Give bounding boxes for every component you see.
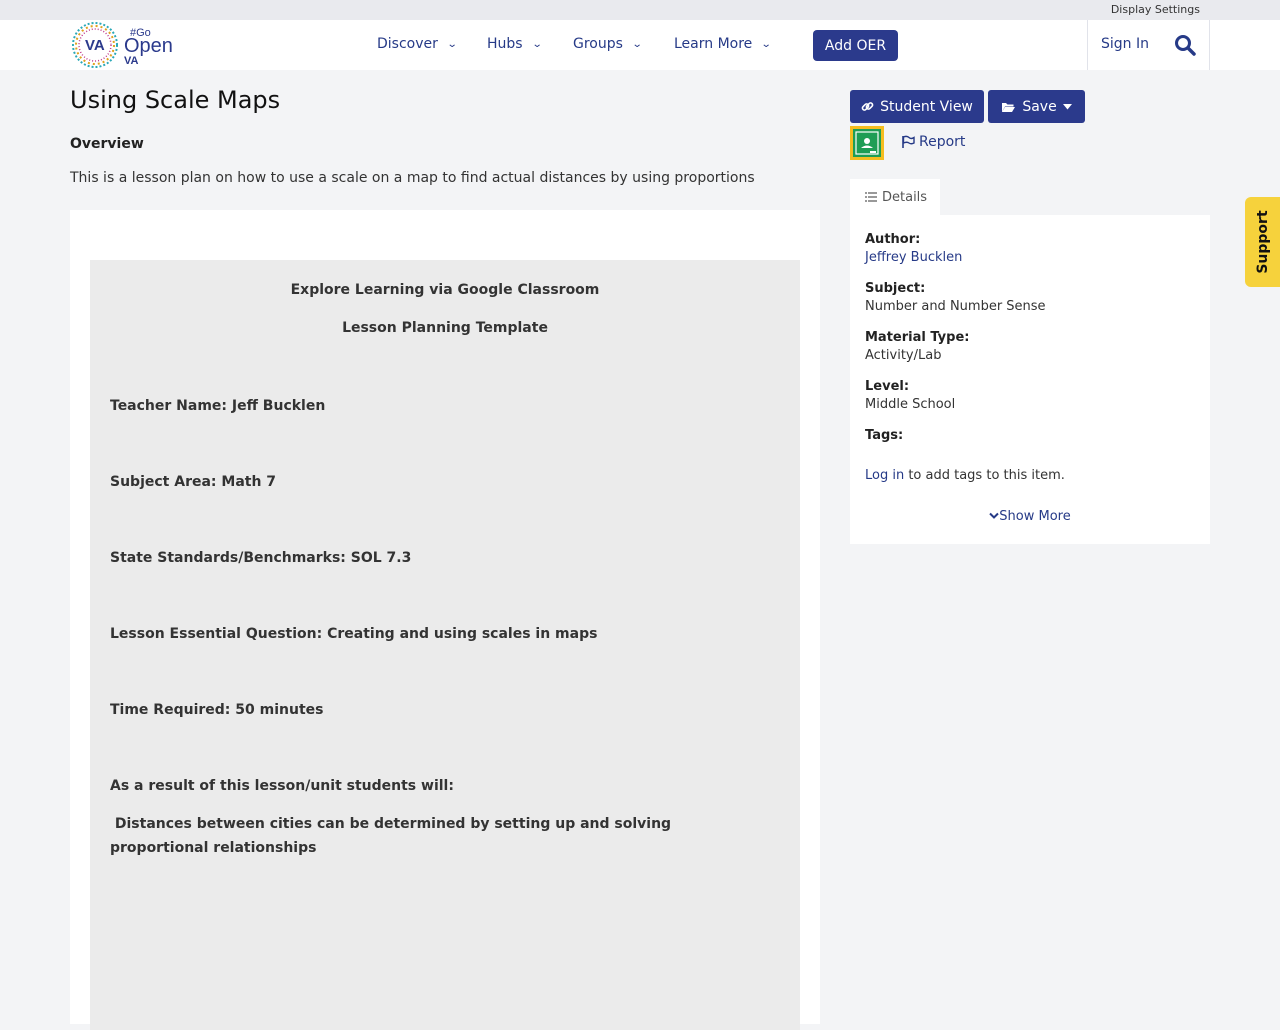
author-label: Author: (865, 232, 921, 247)
folder-open-icon (1002, 102, 1016, 112)
show-more-button[interactable]: Show More (850, 509, 1210, 524)
subject-label: Subject: (865, 281, 926, 296)
nav-discover-label: Discover (377, 36, 438, 52)
lesson-outcome: Distances between cities can be determin… (110, 816, 676, 856)
level-value: Middle School (865, 397, 956, 412)
material-type-value: Activity/Lab (865, 348, 942, 363)
lesson-time: Time Required: 50 minutes (110, 702, 324, 718)
lesson-result: As a result of this lesson/unit students… (110, 778, 454, 794)
chevron-down-icon: ⌄ (631, 38, 643, 50)
nav-divider (1209, 20, 1210, 70)
display-settings-link[interactable]: Display Settings (1111, 3, 1200, 16)
lesson-heading: Explore Learning via Google Classroom (290, 282, 600, 298)
nav-discover[interactable]: Discover ⌄ (377, 36, 458, 52)
details-panel: Author: Jeffrey Bucklen Subject: Number … (850, 215, 1210, 544)
lesson-subheading: Lesson Planning Template (342, 320, 548, 336)
add-oer-button[interactable]: Add OER (813, 30, 898, 61)
nav-groups[interactable]: Groups ⌄ (573, 36, 643, 52)
show-more-label: Show More (999, 509, 1071, 524)
page-title: Using Scale Maps (70, 86, 281, 114)
author-link[interactable]: Jeffrey Bucklen (865, 250, 962, 265)
tags-login-text: Log in to add tags to this item. (865, 468, 1065, 483)
chevron-down-icon: ⌄ (446, 38, 458, 50)
flag-icon (902, 135, 915, 148)
chevron-down-icon (989, 512, 999, 519)
lesson-subject: Subject Area: Math 7 (110, 474, 277, 490)
lesson-plan-document: Explore Learning via Google Classroom Le… (90, 260, 800, 1030)
list-icon (865, 192, 877, 202)
lesson-teacher: Teacher Name: Jeff Bucklen (110, 398, 326, 414)
caret-down-icon (1062, 103, 1072, 109)
save-dropdown-button[interactable]: Save (988, 90, 1085, 123)
nav-hubs-label: Hubs (487, 36, 523, 52)
link-icon (861, 102, 874, 111)
nav-divider (1087, 20, 1088, 70)
sign-in-link[interactable]: Sign In (1101, 36, 1149, 52)
overview-heading: Overview (70, 136, 144, 152)
utility-bar: Display Settings (0, 0, 1280, 20)
save-label: Save (1022, 98, 1057, 115)
report-link[interactable]: Report (901, 134, 965, 150)
google-classroom-icon (853, 129, 881, 157)
report-label: Report (919, 134, 966, 150)
student-view-label: Student View (880, 98, 973, 115)
lesson-question: Lesson Essential Question: Creating and … (110, 626, 598, 642)
content-card: Explore Learning via Google Classroom Le… (70, 210, 820, 1030)
support-label[interactable]: Support (1255, 210, 1271, 273)
nav-hubs[interactable]: Hubs ⌄ (487, 36, 543, 52)
goopen-va-logo-graphic: VA #Go Open VA (72, 22, 173, 68)
nav-learn-more[interactable]: Learn More ⌄ (674, 36, 772, 52)
chevron-down-icon: ⌄ (531, 38, 543, 50)
search-icon[interactable] (1174, 34, 1196, 56)
material-type-label: Material Type: (865, 330, 970, 345)
student-view-button[interactable]: Student View (850, 90, 984, 123)
nav-groups-label: Groups (573, 36, 623, 52)
tab-details[interactable]: Details (850, 179, 940, 215)
main-navbar: VA #Go Open VA Discover ⌄ Hubs ⌄ Groups … (0, 20, 1280, 70)
svg-text:VA: VA (85, 37, 105, 54)
svg-text:VA: VA (124, 55, 139, 67)
google-classroom-share-button[interactable] (850, 126, 884, 160)
tags-label: Tags: (865, 428, 904, 443)
nav-learn-more-label: Learn More (674, 36, 753, 52)
tab-details-label: Details (882, 189, 928, 205)
svg-text:Open: Open (124, 35, 173, 57)
lesson-standards: State Standards/Benchmarks: SOL 7.3 (110, 550, 412, 566)
subject-value: Number and Number Sense (865, 299, 1046, 314)
overview-text: This is a lesson plan on how to use a sc… (70, 170, 755, 186)
level-label: Level: (865, 379, 910, 394)
chevron-down-icon: ⌄ (761, 38, 772, 50)
goopen-va-logo[interactable]: VA #Go Open VA (70, 20, 180, 70)
login-suffix: to add tags to this item. (904, 468, 1065, 483)
login-link[interactable]: Log in (865, 468, 904, 483)
